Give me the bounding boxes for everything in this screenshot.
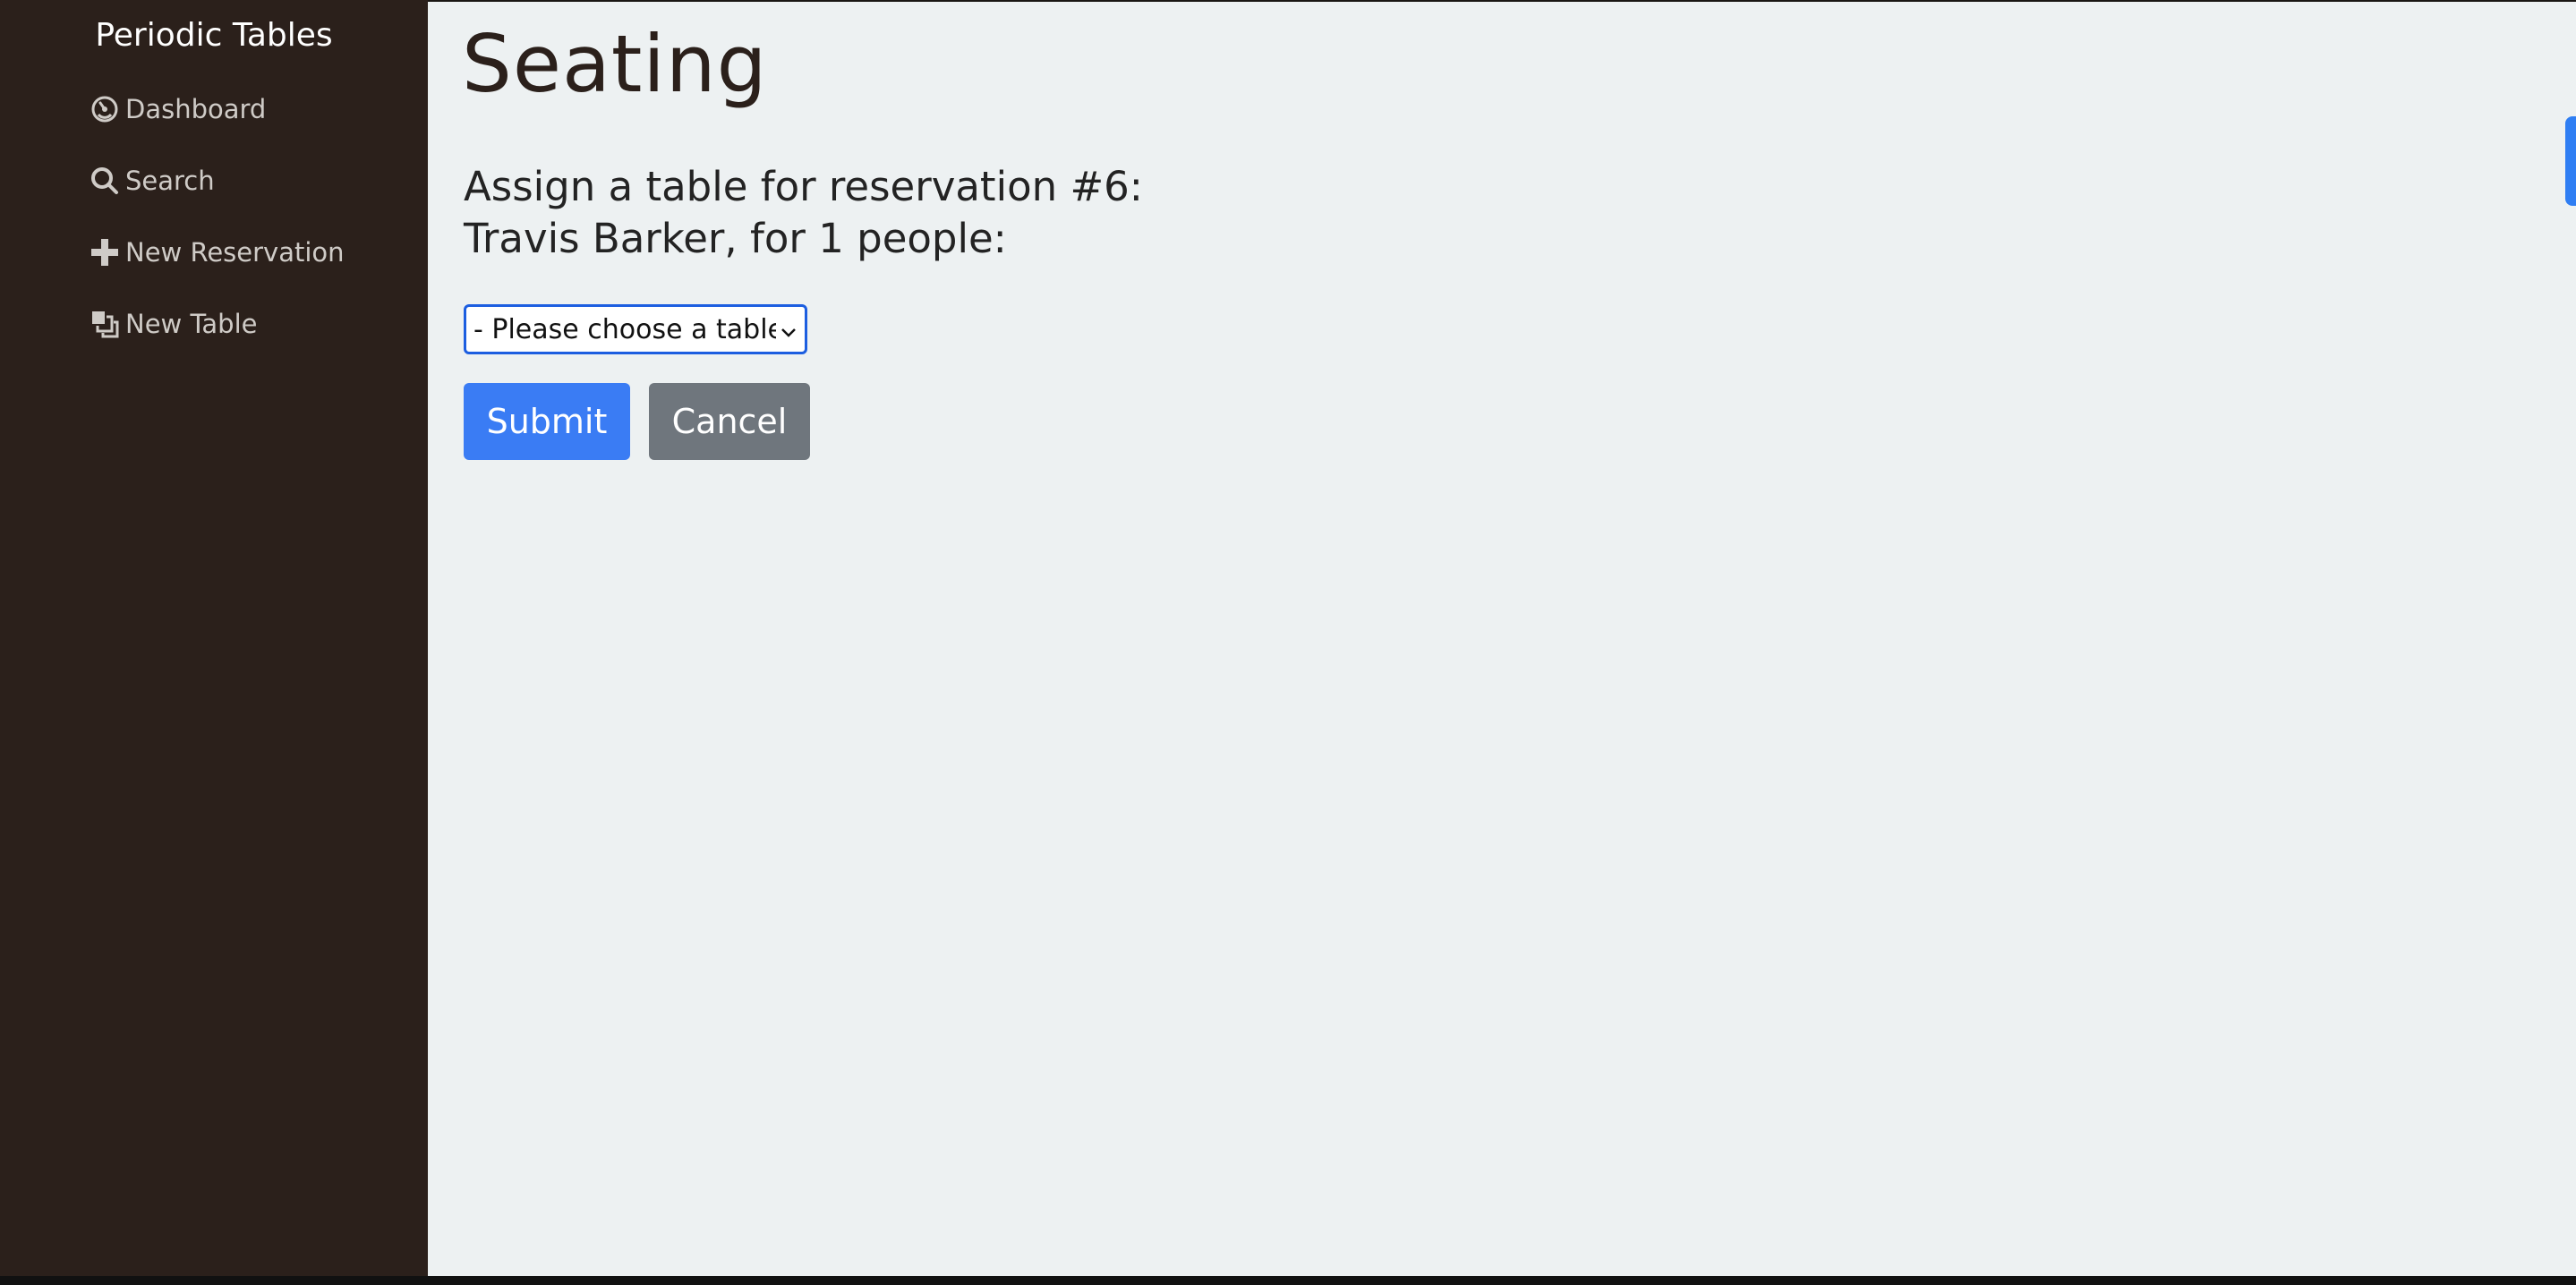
sidebar-item-dashboard[interactable]: Dashboard bbox=[90, 88, 266, 131]
main-content: Seating Assign a table for reservation #… bbox=[428, 2, 2576, 1276]
sidebar-item-label: New Table bbox=[125, 309, 258, 339]
plus-icon bbox=[90, 237, 120, 268]
submit-button[interactable]: Submit bbox=[464, 383, 630, 460]
sidebar-item-new-table[interactable]: New Table bbox=[90, 302, 257, 345]
search-icon bbox=[90, 166, 120, 196]
sidebar: Periodic Tables Dashboard Search New Res… bbox=[0, 0, 428, 1276]
sidebar-item-label: Dashboard bbox=[125, 94, 267, 124]
chevron-down-icon bbox=[780, 314, 798, 345]
window-bottom-edge bbox=[0, 1276, 2576, 1285]
sidebar-item-new-reservation[interactable]: New Reservation bbox=[90, 231, 345, 274]
new-table-icon bbox=[90, 309, 120, 339]
page-title: Seating bbox=[462, 18, 768, 110]
sidebar-item-search[interactable]: Search bbox=[90, 159, 215, 202]
table-select-value: - Please choose a table - bbox=[473, 313, 776, 345]
scroll-indicator[interactable] bbox=[2565, 116, 2576, 206]
assign-heading: Assign a table for reservation #6: Travi… bbox=[464, 163, 1143, 262]
table-select[interactable]: - Please choose a table - bbox=[464, 304, 807, 354]
brand-title[interactable]: Periodic Tables bbox=[0, 14, 428, 57]
cancel-button[interactable]: Cancel bbox=[649, 383, 810, 460]
app-window: Periodic Tables Dashboard Search New Res… bbox=[0, 0, 2576, 1285]
sidebar-item-label: Search bbox=[125, 166, 215, 196]
dashboard-icon bbox=[90, 94, 120, 124]
sidebar-item-label: New Reservation bbox=[125, 237, 345, 268]
